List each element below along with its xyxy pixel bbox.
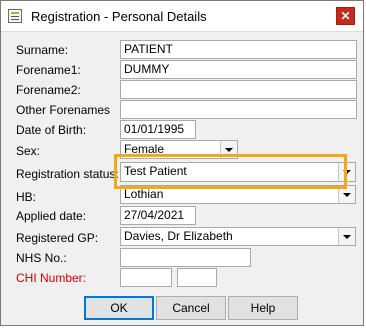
other-forenames-label: Other Forenames (16, 103, 111, 117)
registration-status-label: Registration status: (16, 167, 119, 181)
chi-number-field-1[interactable] (120, 268, 172, 287)
chevron-down-icon[interactable] (338, 163, 355, 181)
registration-status-value: Test Patient (124, 164, 187, 178)
cancel-button[interactable]: Cancel (156, 296, 226, 320)
forename2-label: Forename2: (16, 83, 81, 97)
ok-button[interactable]: OK (84, 296, 154, 320)
dob-label: Date of Birth: (16, 123, 87, 137)
other-forenames-field[interactable] (120, 100, 357, 119)
chevron-down-icon[interactable] (338, 228, 355, 245)
registration-dialog: Registration - Personal Details ✕ Surnam… (0, 0, 364, 326)
chi-number-label: CHI Number: (16, 271, 87, 285)
chevron-down-icon[interactable] (338, 186, 355, 203)
window-title: Registration - Personal Details (31, 9, 207, 24)
dob-field[interactable]: 01/01/1995 (120, 120, 196, 139)
hb-value: Lothian (124, 187, 164, 201)
registration-status-select[interactable]: Test Patient (120, 162, 356, 182)
title-bar[interactable]: Registration - Personal Details ✕ (1, 1, 363, 31)
title-separator (1, 31, 363, 32)
sex-value: Female (124, 142, 165, 156)
hb-select[interactable]: Lothian (120, 185, 356, 204)
registered-gp-label: Registered GP: (16, 231, 99, 245)
surname-label: Surname: (16, 43, 69, 57)
forename1-label: Forename1: (16, 63, 81, 77)
sex-label: Sex: (16, 144, 41, 158)
forename2-field[interactable] (120, 80, 357, 99)
registered-gp-value: Davies, Dr Elizabeth (124, 229, 233, 243)
applied-date-label: Applied date: (16, 209, 87, 223)
nhs-no-field[interactable] (120, 248, 251, 267)
chi-number-field-2[interactable] (177, 268, 217, 287)
close-icon: ✕ (340, 9, 351, 23)
registered-gp-select[interactable]: Davies, Dr Elizabeth (120, 227, 356, 246)
help-button[interactable]: Help (228, 296, 298, 320)
sex-select[interactable]: Female (120, 140, 238, 159)
surname-field[interactable]: PATIENT (120, 40, 357, 59)
forename1-field[interactable]: DUMMY (120, 60, 357, 79)
applied-date-field[interactable]: 27/04/2021 (120, 206, 196, 225)
chevron-down-icon[interactable] (220, 141, 237, 158)
hb-label: HB: (16, 190, 37, 204)
nhs-no-label: NHS No.: (16, 251, 67, 265)
app-form-icon (8, 9, 22, 23)
close-button[interactable]: ✕ (336, 7, 355, 25)
